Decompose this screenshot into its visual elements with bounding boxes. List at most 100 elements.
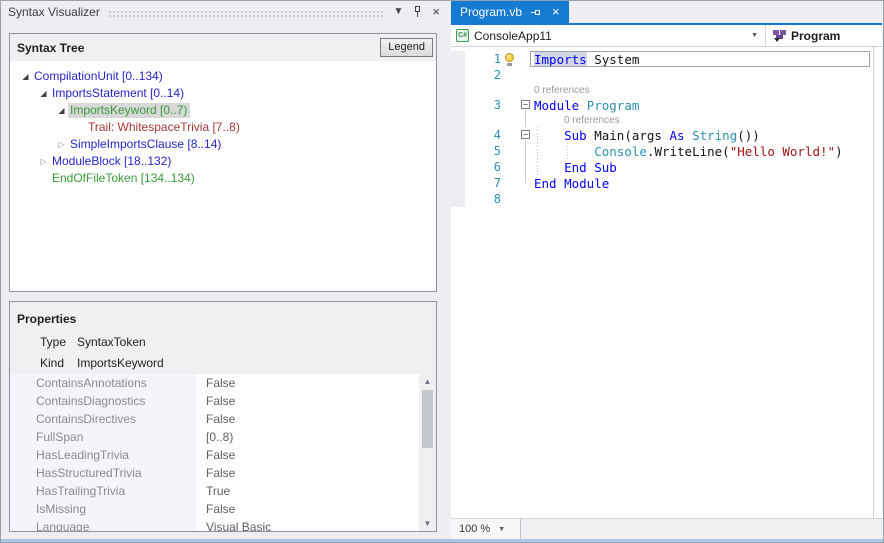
codelens-references-link[interactable]: 0 references bbox=[534, 85, 590, 96]
code-line[interactable]: 1Imports System bbox=[451, 51, 872, 67]
tree-expander-icon[interactable]: ◢ bbox=[55, 106, 68, 115]
property-row[interactable]: HasLeadingTriviaFalse bbox=[10, 446, 436, 464]
collapse-region-icon[interactable]: − bbox=[521, 100, 530, 109]
glyph-margin bbox=[451, 159, 465, 175]
property-row[interactable]: ContainsAnnotationsFalse bbox=[10, 374, 436, 392]
line-number: 8 bbox=[465, 192, 501, 206]
property-meta-row: Kind ImportsKeyword bbox=[10, 353, 436, 374]
property-name: ContainsAnnotations bbox=[10, 374, 196, 392]
window-menu-chevron-icon[interactable]: ▼ bbox=[394, 7, 404, 17]
code-token: Module bbox=[534, 98, 579, 113]
tree-node[interactable]: ◢ImportsStatement [0..14) bbox=[10, 85, 436, 102]
code-token: String bbox=[692, 128, 737, 143]
glyph-margin bbox=[451, 191, 465, 207]
tree-node[interactable]: ▷SimpleImportsClause [8..14) bbox=[10, 136, 436, 153]
tree-node[interactable]: EndOfFileToken [134..134) bbox=[10, 170, 436, 187]
property-name: HasStructuredTrivia bbox=[10, 464, 196, 482]
property-row[interactable]: ContainsDirectivesFalse bbox=[10, 410, 436, 428]
tab-close-icon[interactable]: × bbox=[552, 6, 560, 18]
properties-group: Properties Type SyntaxToken Kind Imports… bbox=[9, 301, 437, 532]
code-text[interactable]: End Sub bbox=[534, 159, 872, 175]
code-text[interactable]: Imports System bbox=[534, 51, 872, 67]
property-row[interactable]: HasStructuredTriviaFalse bbox=[10, 464, 436, 482]
tool-window-titlebar[interactable]: Syntax Visualizer ▼ × bbox=[1, 1, 446, 23]
code-line[interactable]: 7 End Module bbox=[451, 175, 872, 191]
zoom-dropdown[interactable]: 100 % ▼ bbox=[451, 519, 521, 539]
property-row[interactable]: LanguageVisual Basic bbox=[10, 518, 436, 531]
lightbulb-icon[interactable] bbox=[505, 53, 515, 66]
property-name: ContainsDirectives bbox=[10, 410, 196, 428]
tree-expander-icon[interactable]: ◢ bbox=[37, 89, 50, 98]
tree-node[interactable]: ▷ModuleBlock [18..132) bbox=[10, 153, 436, 170]
code-token bbox=[587, 128, 595, 143]
drag-grip[interactable] bbox=[108, 10, 384, 17]
tree-expander-icon[interactable]: ▷ bbox=[37, 157, 50, 166]
editor-horizontal-scrollbar[interactable] bbox=[521, 519, 882, 539]
code-text[interactable]: 0 references bbox=[534, 83, 872, 97]
property-row[interactable]: FullSpan[0..8) bbox=[10, 428, 436, 446]
code-editor[interactable]: 1Imports System20 references3−Module Pro… bbox=[451, 47, 882, 518]
syntax-tree[interactable]: ◢CompilationUnit [0..134)◢ImportsStateme… bbox=[10, 61, 436, 291]
code-text[interactable]: 0 references bbox=[534, 113, 872, 127]
editor-bottom-bar: 100 % ▼ bbox=[451, 518, 882, 539]
project-dropdown[interactable]: C# ConsoleApp11 ▼ bbox=[451, 25, 766, 46]
scrollbar-thumb[interactable] bbox=[422, 390, 433, 448]
close-icon[interactable]: × bbox=[432, 6, 440, 18]
properties-header: Properties bbox=[17, 312, 76, 326]
editor-vertical-scrollbar[interactable] bbox=[873, 47, 882, 518]
meta-name: Kind bbox=[40, 356, 77, 370]
navigation-bar: C# ConsoleApp11 ▼ Program bbox=[451, 25, 882, 47]
chevron-down-icon[interactable]: ▼ bbox=[744, 32, 765, 39]
tree-node[interactable]: Trail: WhitespaceTrivia [7..8) bbox=[10, 119, 436, 136]
tree-node-label: CompilationUnit [0..134) bbox=[32, 69, 166, 84]
code-line[interactable]: 2 bbox=[451, 67, 872, 83]
property-row[interactable]: IsMissingFalse bbox=[10, 500, 436, 518]
code-text[interactable] bbox=[534, 191, 872, 207]
glyph-margin bbox=[451, 175, 465, 191]
property-row[interactable]: HasTrailingTriviaTrue bbox=[10, 482, 436, 500]
tab-pin-icon[interactable] bbox=[531, 8, 543, 17]
line-number: 7 bbox=[465, 176, 501, 190]
code-text[interactable]: End Module bbox=[534, 175, 872, 191]
pin-icon[interactable] bbox=[413, 6, 422, 18]
tree-expander-icon[interactable]: ◢ bbox=[19, 72, 32, 81]
code-line[interactable]: 5 Console.WriteLine("Hello World!") bbox=[451, 143, 872, 159]
scroll-up-icon[interactable]: ▲ bbox=[419, 374, 436, 389]
code-text[interactable]: Sub Main(args As String()) bbox=[534, 127, 872, 143]
meta-value: SyntaxToken bbox=[77, 335, 146, 349]
legend-button[interactable]: Legend bbox=[380, 38, 433, 57]
property-value: False bbox=[196, 376, 235, 390]
code-line[interactable]: 6 End Sub bbox=[451, 159, 872, 175]
member-dropdown[interactable]: Program bbox=[766, 25, 882, 46]
code-line[interactable]: 4− Sub Main(args As String()) bbox=[451, 127, 872, 143]
code-token bbox=[534, 128, 564, 143]
tree-expander-icon[interactable]: ▷ bbox=[55, 140, 68, 149]
property-row[interactable]: ContainsDiagnosticsFalse bbox=[10, 392, 436, 410]
code-line[interactable]: 3−Module Program bbox=[451, 97, 872, 113]
codelens-references-link[interactable]: 0 references bbox=[534, 115, 620, 126]
property-value: False bbox=[196, 412, 235, 426]
glyph-margin bbox=[451, 83, 465, 97]
properties-scrollbar[interactable]: ▲ ▼ bbox=[419, 374, 436, 531]
code-text[interactable] bbox=[534, 67, 872, 83]
collapse-region-icon[interactable]: − bbox=[521, 130, 530, 139]
code-text[interactable]: Console.WriteLine("Hello World!") bbox=[534, 143, 872, 159]
chevron-down-icon[interactable]: ▼ bbox=[498, 526, 505, 533]
meta-name: Type bbox=[40, 335, 77, 349]
code-token bbox=[534, 160, 564, 175]
code-text[interactable]: Module Program bbox=[534, 97, 872, 113]
code-line[interactable]: 8 bbox=[451, 191, 872, 207]
codelens-row[interactable]: 0 references bbox=[451, 113, 872, 127]
scroll-down-icon[interactable]: ▼ bbox=[419, 516, 436, 531]
outline-margin bbox=[518, 83, 534, 97]
tree-node[interactable]: ◢ImportsKeyword [0..7) bbox=[10, 102, 436, 119]
project-icon: C# bbox=[456, 29, 469, 42]
editor-panel: Program.vb × C# ConsoleApp11 ▼ Program 1… bbox=[451, 1, 882, 539]
tree-node-label: EndOfFileToken [134..134) bbox=[50, 171, 198, 186]
tab-program-vb[interactable]: Program.vb × bbox=[451, 1, 569, 23]
tree-node[interactable]: ◢CompilationUnit [0..134) bbox=[10, 68, 436, 85]
tree-node-label: Trail: WhitespaceTrivia [7..8) bbox=[86, 120, 243, 135]
syntax-tree-group: Syntax Tree Legend ◢CompilationUnit [0..… bbox=[9, 33, 437, 292]
member-name: Program bbox=[791, 29, 840, 43]
codelens-row[interactable]: 0 references bbox=[451, 83, 872, 97]
